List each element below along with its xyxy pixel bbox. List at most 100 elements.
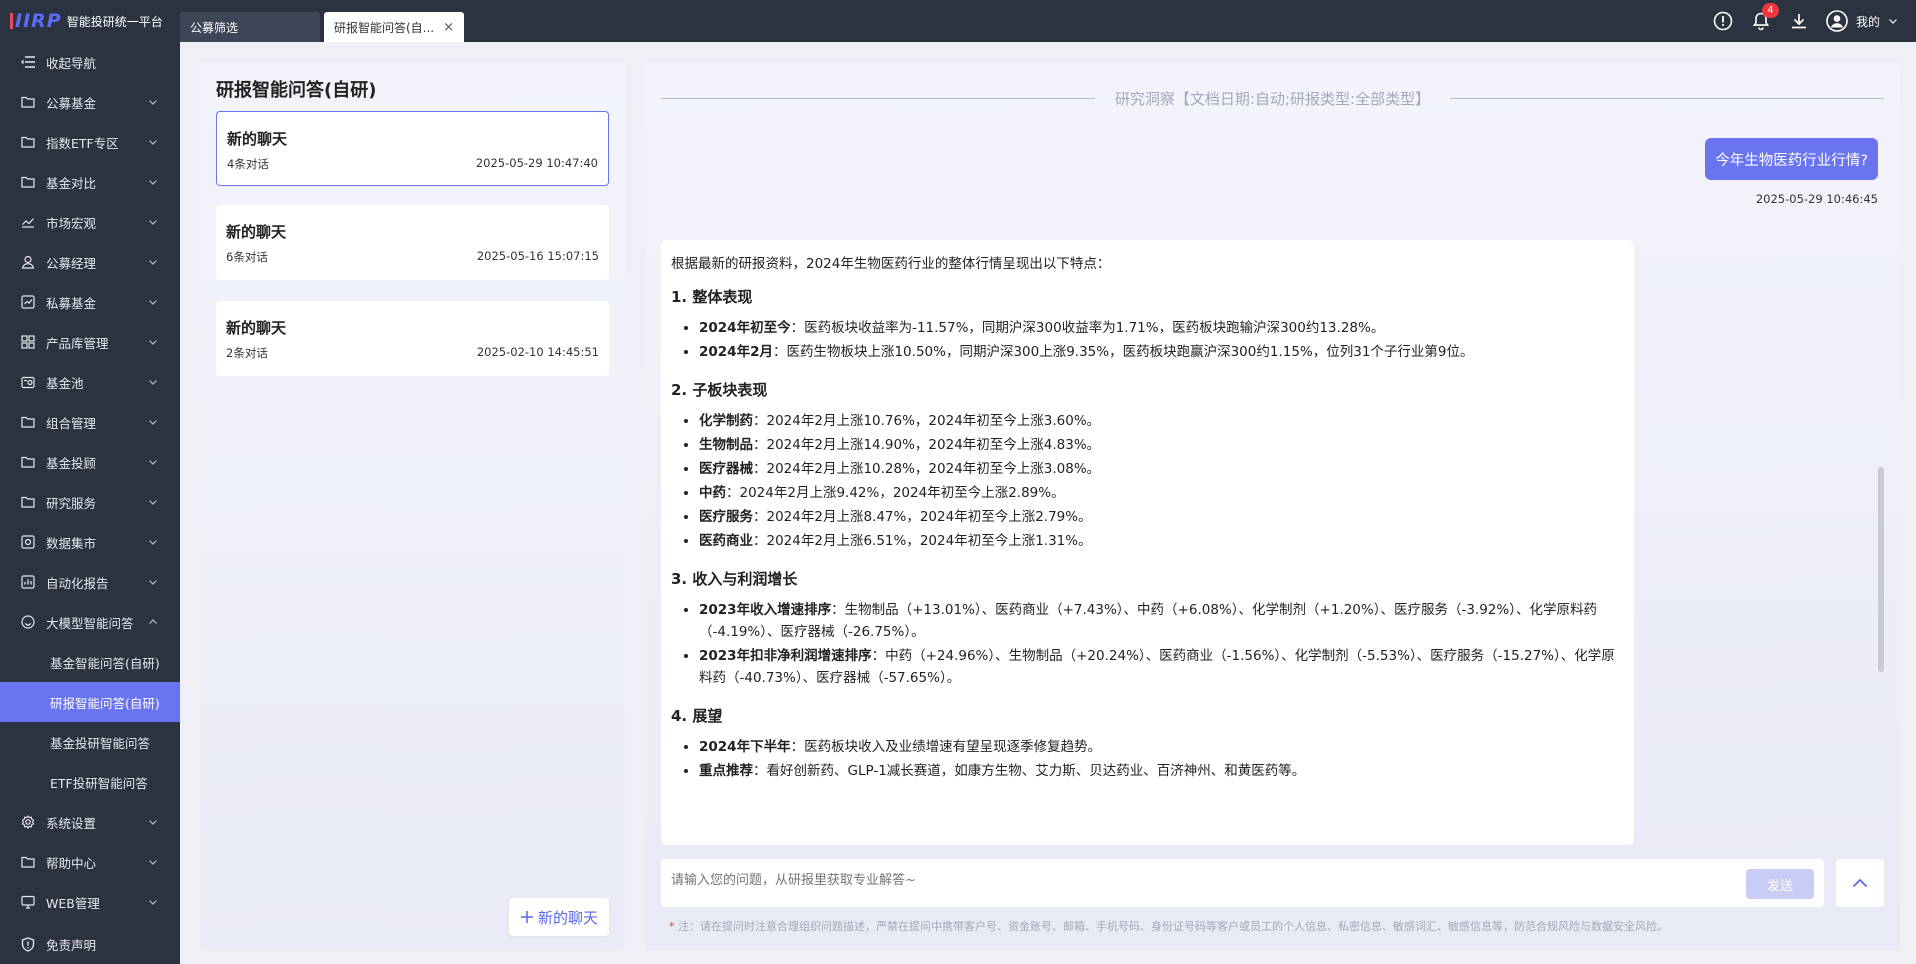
chat-card[interactable]: 新的聊天 2条对话 2025-02-10 14:45:51 <box>216 301 609 376</box>
user-menu[interactable]: 我的 <box>1826 10 1898 32</box>
sidebar-item[interactable]: 指数ETF专区 <box>0 122 180 162</box>
chevron-down-icon <box>148 455 158 470</box>
chevron-down-icon <box>148 535 158 550</box>
new-chat-button[interactable]: 新的聊天 <box>509 898 609 936</box>
sidebar-subitem[interactable]: ETF投研智能问答 <box>0 762 180 802</box>
info-icon[interactable] <box>1712 10 1734 32</box>
user-icon <box>20 254 36 270</box>
sidebar-subitem[interactable]: 基金智能问答(自研) <box>0 642 180 682</box>
answer-item-text: ：医药生物板块上涨10.50%，同期沪深300上涨9.35%，医药板块跑赢沪深3… <box>772 344 1474 360</box>
chat-history-panel: 研报智能问答(自研) 新的聊天 4条对话 2025-05-29 10:47:40… <box>200 62 625 950</box>
question-input[interactable] <box>671 873 1671 888</box>
answer-item-text: ：2024年2月上涨9.42%，2024年初至今上涨2.89%。 <box>726 485 1065 501</box>
answer-item-text: ：2024年2月上涨14.90%，2024年初至今上涨4.83%。 <box>753 437 1101 453</box>
brand-logo-text: IIRP <box>15 10 62 32</box>
divider-line <box>1450 97 1885 99</box>
answer-item-text: ：2024年2月上涨10.76%，2024年初至今上涨3.60%。 <box>753 413 1101 429</box>
sidebar-item[interactable]: 系统设置 <box>0 802 180 842</box>
sidebar-item[interactable]: 产品库管理 <box>0 322 180 362</box>
answer-item-label: 化学制药 <box>699 413 753 429</box>
brand[interactable]: IIRP 智能投研统一平台 <box>0 0 180 42</box>
chevron-down-icon <box>1889 19 1897 24</box>
download-icon[interactable] <box>1788 10 1810 32</box>
top-bar: IIRP 智能投研统一平台 公募筛选 研报智能问答(自... × 4 我的 <box>0 0 1916 42</box>
sidebar-subitem[interactable]: 研报智能问答(自研) <box>0 682 180 722</box>
chat-title: 新的聊天 <box>227 130 288 148</box>
sidebar-subitem[interactable]: 基金投研智能问答 <box>0 722 180 762</box>
answer-list-item: 2024年下半年：医药板块收入及业绩增速有望呈现逐季修复趋势。 <box>699 736 1624 758</box>
chat-title: 新的聊天 <box>226 223 287 241</box>
sidebar-collapse[interactable]: 收起导航 <box>0 42 180 82</box>
answer-intro: 根据最新的研报资料，2024年生物医药行业的整体行情呈现出以下特点： <box>671 256 1111 272</box>
answer-bubble: 根据最新的研报资料，2024年生物医药行业的整体行情呈现出以下特点： 1. 整体… <box>661 240 1634 845</box>
tab-report-qa[interactable]: 研报智能问答(自... × <box>324 12 464 42</box>
gear-icon <box>20 814 36 830</box>
answer-item-label: 2024年初至今 <box>699 320 791 336</box>
answer-list-item: 2023年收入增速排序：生物制品（+13.01%）、医药商业（+7.43%）、中… <box>699 599 1624 643</box>
bell-icon[interactable]: 4 <box>1750 3 1779 32</box>
chevron-down-icon <box>148 815 158 830</box>
sidebar-item-label: 基金投顾 <box>46 455 97 471</box>
tab-label: 研报智能问答(自... <box>334 20 435 35</box>
top-right-tools: 4 我的 <box>1712 0 1898 42</box>
chevron-up-icon <box>1852 878 1868 888</box>
tab-bar: 公募筛选 研报智能问答(自... × <box>180 0 468 42</box>
close-icon[interactable]: × <box>443 20 454 35</box>
chevron-down-icon <box>148 215 158 230</box>
sidebar-item[interactable]: 基金对比 <box>0 162 180 202</box>
chat-card[interactable]: 新的聊天 4条对话 2025-05-29 10:47:40 <box>216 111 609 186</box>
sidebar-item[interactable]: 研究服务 <box>0 482 180 522</box>
answer-list: 2023年收入增速排序：生物制品（+13.01%）、医药商业（+7.43%）、中… <box>671 599 1624 689</box>
sidebar-item-disclaimer[interactable]: 免责声明 <box>0 924 180 964</box>
answer-section-heading: 3. 收入与利润增长 <box>671 570 798 588</box>
answer-item-label: 2024年2月 <box>699 344 773 360</box>
research-insight-label[interactable]: 研究洞察【文档日期:自动;研报类型:全部类型】 <box>1095 88 1450 109</box>
sidebar-item[interactable]: 自动化报告 <box>0 562 180 602</box>
chat-title: 新的聊天 <box>226 319 287 337</box>
sidebar-item[interactable]: 基金投顾 <box>0 442 180 482</box>
sidebar-item[interactable]: WEB管理 <box>0 882 180 922</box>
sidebar-item[interactable]: 大模型智能问答 <box>0 602 180 642</box>
answer-item-label: 2023年收入增速排序 <box>699 602 832 618</box>
conversation-header: 研究洞察【文档日期:自动;研报类型:全部类型】 <box>661 88 1885 109</box>
sidebar-item[interactable]: 基金池 <box>0 362 180 402</box>
answer-item-label: 医疗器械 <box>699 461 753 477</box>
answer-list-item: 生物制品：2024年2月上涨14.90%，2024年初至今上涨4.83%。 <box>699 434 1624 456</box>
scrollbar[interactable] <box>1878 467 1884 672</box>
sidebar-item-label: 基金池 <box>46 375 84 391</box>
answer-item-label: 医疗服务 <box>699 509 753 525</box>
divider-line <box>661 97 1095 99</box>
answer-item-text: ：2024年2月上涨8.47%，2024年初至今上涨2.79%。 <box>753 509 1092 525</box>
chevron-down-icon <box>148 415 158 430</box>
folder-icon <box>20 494 36 510</box>
sidebar-item[interactable]: 数据集市 <box>0 522 180 562</box>
answer-item-text: ：医药板块收益率为-11.57%，同期沪深300收益率为1.71%，医药板块跑输… <box>790 320 1385 336</box>
answer-item-label: 生物制品 <box>699 437 753 453</box>
notification-badge: 4 <box>1761 3 1779 18</box>
answer-list-item: 中药：2024年2月上涨9.42%，2024年初至今上涨2.89%。 <box>699 482 1624 504</box>
new-chat-label: 新的聊天 <box>537 908 598 927</box>
sidebar-item[interactable]: 组合管理 <box>0 402 180 442</box>
sidebar-item[interactable]: 市场宏观 <box>0 202 180 242</box>
tab-fund-screen[interactable]: 公募筛选 <box>180 12 320 42</box>
answer-item-label: 医药商业 <box>699 533 753 549</box>
folder-icon <box>20 134 36 150</box>
sidebar-item-label: 私募基金 <box>46 295 97 311</box>
answer-item-text: ：生物制品（+13.01%）、医药商业（+7.43%）、中药（+6.08%）、化… <box>699 602 1597 640</box>
chat-count: 6条对话 <box>226 250 268 264</box>
sidebar-item[interactable]: 私募基金 <box>0 282 180 322</box>
chat-time: 2025-05-29 10:47:40 <box>475 156 598 170</box>
sidebar-item[interactable]: 公募基金 <box>0 82 180 122</box>
scroll-top-button[interactable] <box>1836 859 1884 907</box>
answer-item-text: ：看好创新药、GLP-1减长赛道，如康方生物、艾力斯、贝达药业、百济神州、和黄医… <box>753 763 1306 779</box>
answer-item-label: 2024年下半年 <box>699 739 791 755</box>
answer-item-label: 2023年扣非净利润增速排序 <box>699 648 872 664</box>
chat-time: 2025-02-10 14:45:51 <box>476 345 599 359</box>
sidebar-item[interactable]: 公募经理 <box>0 242 180 282</box>
send-button[interactable]: 发送 <box>1746 869 1814 899</box>
sidebar-item[interactable]: 帮助中心 <box>0 842 180 882</box>
chat-card[interactable]: 新的聊天 6条对话 2025-05-16 15:07:15 <box>216 205 609 280</box>
chevron-down-icon <box>148 255 158 270</box>
sidebar-item-label: 大模型智能问答 <box>46 615 134 631</box>
avatar <box>1826 10 1848 32</box>
